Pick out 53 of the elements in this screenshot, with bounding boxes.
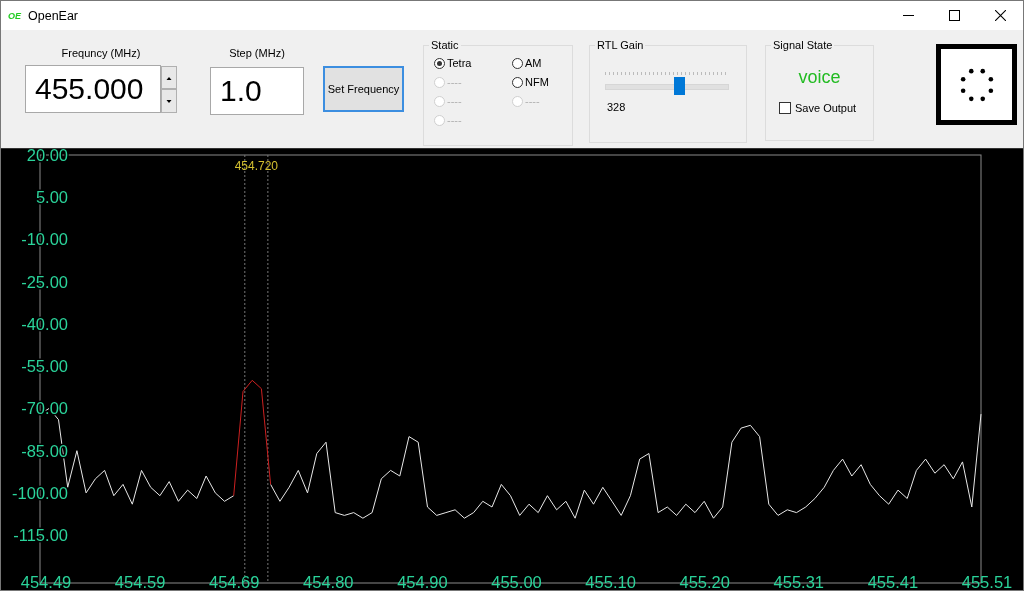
gain-slider[interactable] bbox=[602, 77, 732, 95]
y-tick-label: -40.00 bbox=[21, 314, 68, 333]
radio-label: Tetra bbox=[447, 57, 472, 69]
y-tick-label: -115.00 bbox=[13, 526, 68, 545]
y-tick-label: 20.00 bbox=[26, 149, 68, 164]
x-tick-label: 454.80 bbox=[303, 573, 354, 590]
radio-button[interactable] bbox=[434, 57, 445, 69]
close-icon[interactable] bbox=[994, 10, 1006, 21]
radio-label: ---- bbox=[447, 95, 462, 107]
radio-label: NFM bbox=[525, 76, 549, 88]
radio-label: ---- bbox=[447, 76, 462, 88]
y-tick-label: -100.00 bbox=[12, 483, 68, 502]
y-tick-label: 5.00 bbox=[35, 188, 68, 207]
radio-button[interactable] bbox=[512, 76, 523, 88]
window-title: OpenEar bbox=[28, 8, 79, 23]
y-tick-label: -70.00 bbox=[21, 399, 68, 418]
x-tick-label: 454.59 bbox=[114, 573, 166, 590]
radio-label: ---- bbox=[447, 114, 462, 126]
slider-thumb[interactable] bbox=[673, 77, 685, 95]
gain-reading: 328 bbox=[607, 101, 626, 113]
x-tick-label: 455.20 bbox=[679, 573, 730, 590]
group-title: Static bbox=[430, 39, 460, 51]
y-tick-label: -25.00 bbox=[21, 272, 68, 291]
signal-state-value: voice bbox=[798, 67, 841, 87]
step-input[interactable]: 1.0 bbox=[210, 67, 304, 115]
frequency-input[interactable]: 455.000 bbox=[25, 65, 161, 113]
x-tick-label: 455.41 bbox=[867, 573, 919, 590]
step-label: Step (MHz) bbox=[229, 47, 285, 61]
loading-spinner-icon bbox=[958, 66, 995, 103]
x-tick-label: 455.10 bbox=[585, 573, 636, 590]
x-tick-label: 454.90 bbox=[397, 573, 448, 590]
spin-up-icon[interactable] bbox=[161, 66, 177, 89]
x-tick-label: 455.51 bbox=[961, 573, 1013, 590]
y-tick-label: -55.00 bbox=[21, 357, 68, 376]
minimize-icon[interactable] bbox=[902, 15, 914, 16]
y-tick-label: -10.00 bbox=[21, 230, 68, 249]
app-logo: OE bbox=[8, 10, 22, 21]
radio-button[interactable] bbox=[512, 57, 523, 69]
x-tick-label: 455.00 bbox=[491, 573, 542, 590]
checkbox[interactable] bbox=[779, 102, 791, 114]
checkbox-label: Save Output bbox=[795, 102, 857, 114]
spin-down-icon[interactable] bbox=[161, 89, 177, 113]
marker-label: 454.720 bbox=[234, 159, 279, 173]
x-tick-label: 454.49 bbox=[20, 573, 72, 590]
set-frequency-button[interactable]: Set Frequency bbox=[323, 66, 404, 112]
frequency-label: Frequncy (MHz) bbox=[61, 47, 141, 61]
group-title: Signal State bbox=[772, 39, 834, 51]
radio-label: AM bbox=[525, 57, 542, 69]
x-tick-label: 455.31 bbox=[773, 573, 825, 590]
group-title: RTL Gain bbox=[596, 39, 645, 51]
maximize-icon[interactable] bbox=[948, 10, 960, 21]
radio-label: ---- bbox=[525, 95, 540, 107]
x-tick-label: 454.69 bbox=[208, 573, 260, 590]
